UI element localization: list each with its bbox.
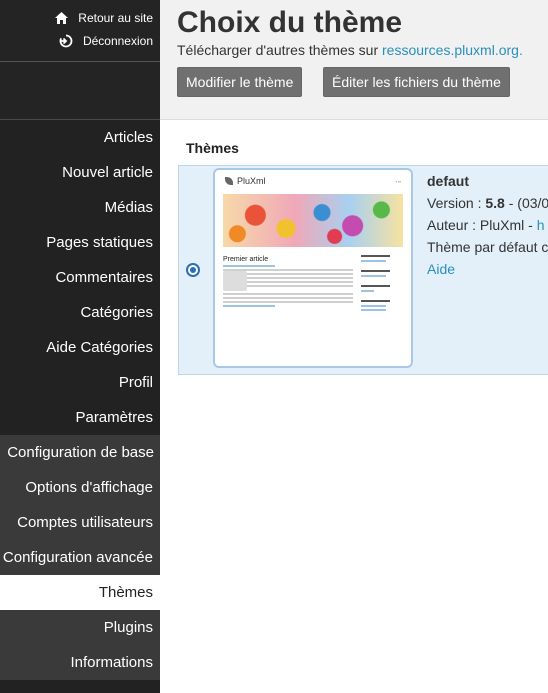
sidebar-item-plugins[interactable]: Plugins [0,610,160,645]
sidebar-item-settings[interactable]: Paramètres [0,400,160,435]
sidebar-spacer [0,62,160,120]
theme-author-label: Auteur : PluXml - [427,217,537,233]
sidebar-item-categories[interactable]: Catégories [0,295,160,330]
sidebar-item-information[interactable]: Informations [0,645,160,680]
page-header: Choix du thème Télécharger d'autres thèm… [160,0,548,120]
sidebar-item-label: Pages statiques [46,234,153,251]
sidebar-item-themes[interactable]: Thèmes [0,575,160,610]
sidebar-item-label: Configuration avancée [2,549,153,566]
sidebar-item-label: Médias [104,199,153,216]
thumbnail-sidebar [353,251,403,313]
sidebar-item-label: Profil [118,374,153,391]
sidebar-item-basic-config[interactable]: Configuration de base [0,435,160,470]
logout-label: Déconnexion [82,33,153,48]
thumbnail-side-heading [361,255,391,257]
sidebar-top: Retour au site Déconnexion [0,0,160,62]
sidebar-item-label: Comptes utilisateurs [17,514,153,531]
sidebar-item-label: Paramètres [75,409,153,426]
theme-info: defaut Version : 5.8 - (03/0 Auteur : Pl… [427,170,548,280]
thumbnail-body: Premier article [215,247,411,313]
thumbnail-side-heading [361,285,391,287]
thumbnail-text-line [223,301,353,303]
theme-version-line: Version : 5.8 - (03/0 [427,192,548,214]
theme-help-link[interactable]: Aide [427,261,455,277]
sidebar-item-label: Catégories [80,304,153,321]
thumbnail-site-name: PluXml [237,176,266,186]
thumbnail-text-line [223,297,353,299]
thumbnail-article: Premier article [223,251,353,313]
sidebar-item-static-pages[interactable]: Pages statiques [0,225,160,260]
theme-version-number: 5.8 [485,195,505,211]
sidebar-item-comments[interactable]: Commentaires [0,260,160,295]
thumbnail-side-heading [361,300,391,302]
themes-table-heading: Thèmes [186,140,239,156]
sidebar-item-label: Nouvel article [62,164,153,181]
sidebar-item-label: Plugins [103,619,153,636]
thumbnail-side-link [361,275,387,277]
thumbnail-site-header: PluXml ▪ ▪▪ [215,170,411,192]
theme-version-label: Version : [427,195,482,211]
thumbnail-side-link [361,260,387,262]
sidebar-item-label: Options d'affichage [25,479,153,496]
sidebar-item-profile[interactable]: Profil [0,365,160,400]
thumbnail-date [223,251,353,255]
modify-theme-button[interactable]: Modifier le thème [177,67,303,97]
sidebar-item-label: Articles [103,129,153,146]
leaf-icon [225,177,233,185]
theme-row[interactable]: PluXml ▪ ▪▪ Premier article defaut Versi… [178,165,548,375]
download-themes-line: Télécharger d'autres thèmes sur ressourc… [177,42,548,58]
home-icon [54,11,68,25]
theme-name: defaut [427,173,469,189]
sidebar-item-label: Aide Catégories [46,339,153,356]
thumbnail-side-heading [361,270,391,272]
resources-link[interactable]: ressources.pluxml.org. [382,42,523,58]
thumbnail-side-link [361,309,387,311]
sidebar-item-display-options[interactable]: Options d'affichage [0,470,160,505]
sidebar-item-categories-help[interactable]: Aide Catégories [0,330,160,365]
thumbnail-article-image [223,271,247,291]
logout-link[interactable]: Déconnexion [0,29,160,52]
thumbnail-nav: ▪ ▪▪ [395,178,401,184]
edit-theme-files-button[interactable]: Éditer les fichiers du thème [323,67,510,97]
back-to-site-link[interactable]: Retour au site [0,6,160,29]
sidebar-item-label: Commentaires [55,269,153,286]
logout-icon [59,34,73,48]
theme-author-line: Auteur : PluXml - h [427,214,548,236]
sidebar-item-label: Thèmes [98,584,153,601]
download-themes-text: Télécharger d'autres thèmes sur [177,42,379,58]
sidebar-item-label: Configuration de base [7,444,154,461]
thumbnail-side-link [361,290,374,292]
back-to-site-label: Retour au site [78,10,153,25]
thumbnail-side-link [361,305,387,307]
thumbnail-read-more-line [223,305,275,307]
sidebar-item-articles[interactable]: Articles [0,120,160,155]
sidebar: Retour au site Déconnexion Articles Nouv… [0,0,160,693]
theme-description: Thème par défaut c [427,239,548,255]
sidebar-item-media[interactable]: Médias [0,190,160,225]
thumbnail-text-line [223,293,353,295]
theme-author-link[interactable]: h [537,217,545,233]
theme-thumbnail: PluXml ▪ ▪▪ Premier article [213,168,413,368]
sidebar-item-new-article[interactable]: Nouvel article [0,155,160,190]
thumbnail-meta-line [223,265,275,267]
page-title: Choix du thème [177,6,403,39]
thumbnail-banner-image [223,194,403,247]
sidebar-item-advanced-config[interactable]: Configuration avancée [0,540,160,575]
sidebar-item-label: Informations [70,654,153,671]
theme-select-radio[interactable] [186,263,200,277]
thumbnail-article-title: Premier article [223,256,269,263]
sidebar-item-user-accounts[interactable]: Comptes utilisateurs [0,505,160,540]
theme-version-date: - (03/0 [504,195,548,211]
